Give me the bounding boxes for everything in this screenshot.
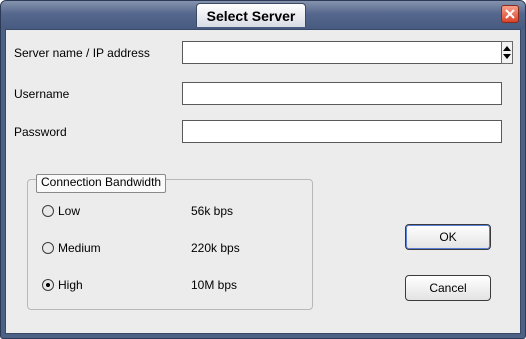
close-button[interactable] bbox=[501, 5, 519, 23]
password-input[interactable] bbox=[182, 120, 502, 143]
ok-button[interactable]: OK bbox=[405, 224, 491, 250]
username-input[interactable] bbox=[182, 82, 502, 105]
dialog-body: Server name / IP address Username Passwo… bbox=[5, 29, 521, 334]
cancel-button[interactable]: Cancel bbox=[405, 275, 491, 301]
rate-high: 10M bps bbox=[191, 278, 238, 292]
radio-low-label[interactable]: Low bbox=[58, 204, 80, 218]
title-bar[interactable]: Select Server bbox=[1, 1, 525, 29]
bandwidth-group-label: Connection Bandwidth bbox=[36, 174, 167, 193]
rate-medium: 220k bps bbox=[191, 241, 240, 255]
radio-low[interactable] bbox=[42, 205, 54, 217]
username-label: Username bbox=[14, 87, 70, 101]
server-label: Server name / IP address bbox=[14, 46, 150, 60]
window-title: Select Server bbox=[196, 3, 306, 27]
close-icon bbox=[505, 9, 515, 19]
radio-high[interactable] bbox=[42, 279, 54, 291]
radio-medium-label[interactable]: Medium bbox=[58, 241, 101, 255]
radio-selected-dot bbox=[46, 283, 50, 287]
select-server-dialog: Select Server Server name / IP address U… bbox=[0, 0, 526, 339]
rate-low: 56k bps bbox=[191, 204, 234, 218]
password-label: Password bbox=[14, 125, 67, 139]
spinner-icon bbox=[503, 46, 511, 59]
server-input[interactable] bbox=[182, 41, 502, 64]
radio-medium[interactable] bbox=[42, 242, 54, 254]
server-dropdown-spinner[interactable] bbox=[501, 41, 513, 64]
radio-high-label[interactable]: High bbox=[58, 278, 83, 292]
